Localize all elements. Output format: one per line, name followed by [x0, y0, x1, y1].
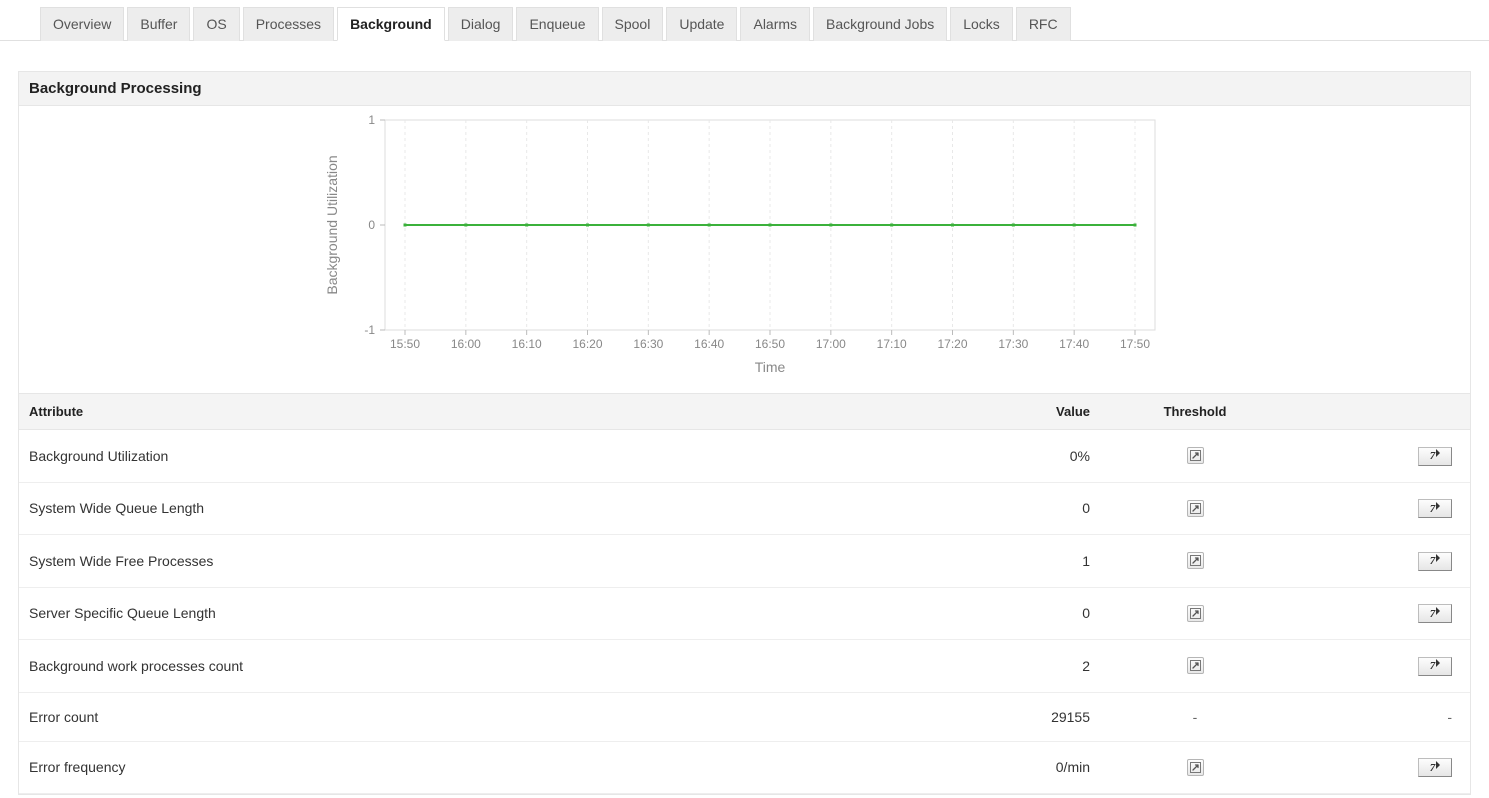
- tab-spool[interactable]: Spool: [602, 7, 664, 41]
- configure-threshold-icon[interactable]: [1187, 657, 1204, 674]
- col-threshold: Threshold: [1100, 394, 1290, 430]
- configure-threshold-icon[interactable]: [1187, 605, 1204, 622]
- attr-cell: Background Utilization: [19, 430, 883, 483]
- table-row: System Wide Queue Length0 7: [19, 482, 1470, 535]
- tab-buffer[interactable]: Buffer: [127, 7, 190, 41]
- table-row: Error count29155 - -: [19, 692, 1470, 741]
- svg-text:Time: Time: [754, 359, 785, 375]
- value-cell: 0%: [883, 430, 1101, 483]
- svg-text:16:50: 16:50: [754, 337, 784, 351]
- threshold-cell: [1100, 640, 1290, 693]
- action-cell: 7: [1290, 482, 1470, 535]
- threshold-cell: [1100, 430, 1290, 483]
- svg-text:1: 1: [368, 113, 375, 127]
- table-row: Error frequency0/min 7: [19, 741, 1470, 794]
- action-cell: 7: [1290, 430, 1470, 483]
- tab-rfc[interactable]: RFC: [1016, 7, 1071, 41]
- action-cell: 7: [1290, 535, 1470, 588]
- threshold-dash: -: [1193, 709, 1198, 725]
- chevron-right-icon: [1436, 502, 1440, 510]
- action-cell: 7: [1290, 741, 1470, 794]
- threshold-cell: [1100, 482, 1290, 535]
- col-actions: [1290, 394, 1470, 430]
- attr-cell: System Wide Queue Length: [19, 482, 883, 535]
- chevron-right-icon: [1436, 659, 1440, 667]
- threshold-cell: [1100, 741, 1290, 794]
- background-panel: Background Processing 15:50 16:00 16:10 16:…: [18, 71, 1471, 795]
- svg-text:16:00: 16:00: [450, 337, 480, 351]
- configure-threshold-icon[interactable]: [1187, 759, 1204, 776]
- tab-processes[interactable]: Processes: [243, 7, 334, 41]
- action-cell: -: [1290, 692, 1470, 741]
- col-value: Value: [883, 394, 1101, 430]
- tab-bar: OverviewBufferOSProcessesBackgroundDialo…: [0, 0, 1489, 41]
- panel-title: Background Processing: [19, 72, 1470, 106]
- history-button[interactable]: 7: [1418, 657, 1452, 676]
- attributes-table: Attribute Value Threshold Background Uti…: [19, 393, 1470, 794]
- action-dash: -: [1447, 709, 1452, 725]
- attr-cell: System Wide Free Processes: [19, 535, 883, 588]
- value-cell: 29155: [883, 692, 1101, 741]
- history-button[interactable]: 7: [1418, 604, 1452, 623]
- svg-text:16:20: 16:20: [572, 337, 602, 351]
- table-row: Background work processes count2 7: [19, 640, 1470, 693]
- svg-text:17:40: 17:40: [1059, 337, 1089, 351]
- svg-text:0: 0: [368, 218, 375, 232]
- attr-cell: Server Specific Queue Length: [19, 587, 883, 640]
- threshold-cell: -: [1100, 692, 1290, 741]
- tab-overview[interactable]: Overview: [40, 7, 124, 41]
- tab-alarms[interactable]: Alarms: [740, 7, 810, 41]
- configure-threshold-icon[interactable]: [1187, 552, 1204, 569]
- configure-threshold-icon[interactable]: [1187, 447, 1204, 464]
- svg-text:16:30: 16:30: [633, 337, 663, 351]
- table-row: Server Specific Queue Length0 7: [19, 587, 1470, 640]
- tab-os[interactable]: OS: [193, 7, 239, 41]
- svg-text:16:40: 16:40: [694, 337, 724, 351]
- attr-cell: Error count: [19, 692, 883, 741]
- svg-text:17:10: 17:10: [876, 337, 906, 351]
- col-attribute: Attribute: [19, 394, 883, 430]
- table-row: System Wide Free Processes1 7: [19, 535, 1470, 588]
- chevron-right-icon: [1436, 554, 1440, 562]
- svg-text:17:30: 17:30: [998, 337, 1028, 351]
- value-cell: 0: [883, 482, 1101, 535]
- configure-threshold-icon[interactable]: [1187, 500, 1204, 517]
- chart-container: 15:50 16:00 16:10 16:20 16:30 16:40 16:50 17:00…: [19, 106, 1470, 393]
- threshold-cell: [1100, 535, 1290, 588]
- value-cell: 0: [883, 587, 1101, 640]
- svg-text:17:00: 17:00: [815, 337, 845, 351]
- attr-cell: Background work processes count: [19, 640, 883, 693]
- table-row: Background Utilization0% 7: [19, 430, 1470, 483]
- svg-text:15:50: 15:50: [389, 337, 419, 351]
- tab-dialog[interactable]: Dialog: [448, 7, 514, 41]
- attr-cell: Error frequency: [19, 741, 883, 794]
- threshold-cell: [1100, 587, 1290, 640]
- chart: 15:50 16:00 16:10 16:20 16:30 16:40 16:50 17:00…: [315, 110, 1175, 383]
- value-cell: 2: [883, 640, 1101, 693]
- tab-locks[interactable]: Locks: [950, 7, 1013, 41]
- value-cell: 0/min: [883, 741, 1101, 794]
- chevron-right-icon: [1436, 607, 1440, 615]
- svg-text:17:20: 17:20: [937, 337, 967, 351]
- tab-background[interactable]: Background: [337, 7, 445, 41]
- action-cell: 7: [1290, 640, 1470, 693]
- history-button[interactable]: 7: [1418, 552, 1452, 571]
- history-button[interactable]: 7: [1418, 758, 1452, 777]
- chevron-right-icon: [1436, 761, 1440, 769]
- chevron-right-icon: [1436, 449, 1440, 457]
- action-cell: 7: [1290, 587, 1470, 640]
- svg-text:-1: -1: [364, 323, 375, 337]
- svg-text:Background Utilization: Background Utilization: [324, 155, 340, 294]
- svg-text:16:10: 16:10: [511, 337, 541, 351]
- history-button[interactable]: 7: [1418, 447, 1452, 466]
- svg-text:17:50: 17:50: [1119, 337, 1149, 351]
- history-button[interactable]: 7: [1418, 499, 1452, 518]
- value-cell: 1: [883, 535, 1101, 588]
- tab-update[interactable]: Update: [666, 7, 737, 41]
- tab-enqueue[interactable]: Enqueue: [516, 7, 598, 41]
- tab-background-jobs[interactable]: Background Jobs: [813, 7, 947, 41]
